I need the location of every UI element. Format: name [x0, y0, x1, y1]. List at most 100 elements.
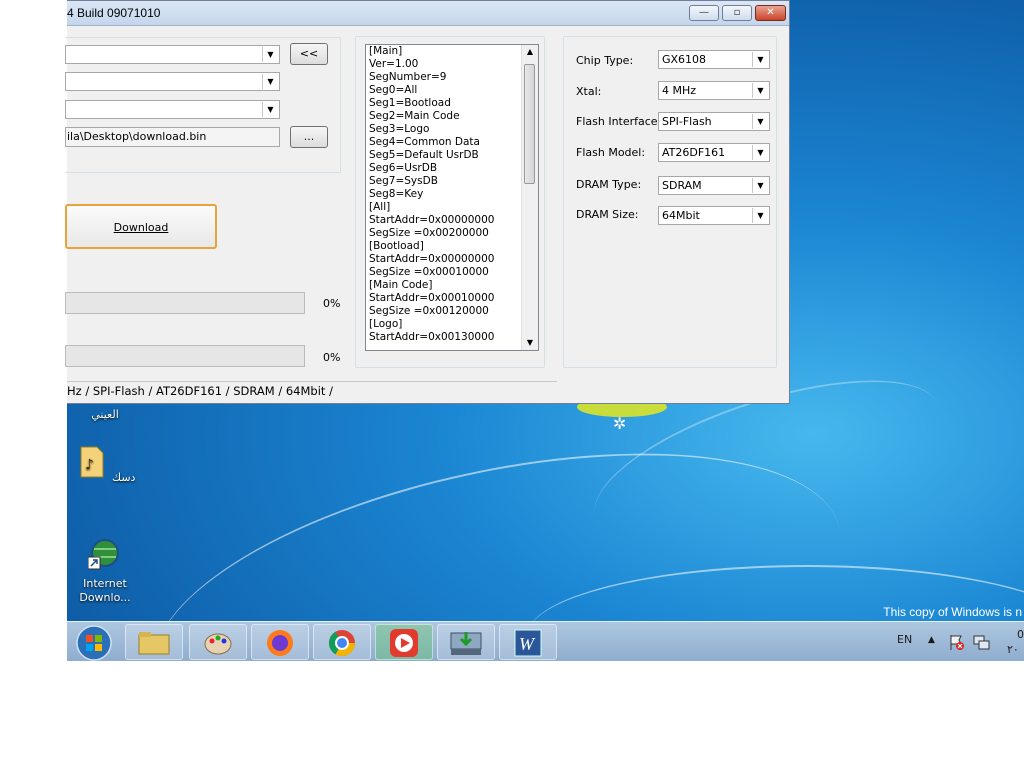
svg-text:W: W: [519, 634, 536, 654]
listbox-line: SegNumber=9: [369, 71, 447, 83]
listbox-lines: [Main] Ver=1.00 SegNumber=9 Seg0=All Seg1=Bo…: [366, 45, 538, 344]
browse-button[interactable]: ...: [290, 126, 328, 148]
xtal-value: 4 MHz: [662, 84, 697, 97]
listbox-line: SegSize =0x00120000: [369, 305, 489, 317]
scroll-down-icon[interactable]: ▼: [522, 336, 538, 350]
dropdown-3[interactable]: ▼: [65, 100, 280, 119]
show-hidden-icons-icon[interactable]: ▲: [928, 635, 935, 645]
dram-size-label: DRAM Size:: [576, 208, 639, 221]
chip-type-select[interactable]: GX6108 ▼: [658, 50, 770, 69]
listbox-line: StartAddr=0x00130000: [369, 331, 495, 343]
chrome-icon: [328, 630, 356, 657]
desktop-icon-label: Internet Downlo...: [79, 577, 131, 604]
segment-config-listbox[interactable]: [Main] Ver=1.00 SegNumber=9 Seg0=All Seg1=Bo…: [365, 44, 539, 351]
listbox-line: Seg4=Common Data: [369, 136, 480, 148]
taskbar-chrome-button[interactable]: [313, 624, 371, 660]
minimize-button[interactable]: —: [689, 5, 719, 21]
clock-date[interactable]: ٢٠: [1007, 643, 1019, 656]
paint-palette-icon: [204, 633, 232, 655]
restore-button[interactable]: ▫: [722, 5, 752, 21]
folder-icon: [138, 632, 170, 655]
back-button[interactable]: <<: [290, 43, 328, 65]
listbox-line: Seg7=SysDB: [369, 175, 438, 187]
flash-interface-label: Flash Interface:: [576, 115, 662, 128]
listbox-line: [Main Code]: [369, 279, 433, 291]
dram-size-value: 64Mbit: [662, 209, 700, 222]
progress-percent-2: 0%: [323, 351, 341, 364]
svg-text:✲: ✲: [613, 414, 626, 433]
download-tool-icon: [450, 632, 482, 655]
windows-start-orb-icon[interactable]: [75, 624, 113, 662]
dropdown-1[interactable]: ▼: [65, 45, 280, 64]
action-center-flag-icon[interactable]: [947, 633, 965, 651]
listbox-line: Seg3=Logo: [369, 123, 430, 135]
close-icon: ✕: [766, 7, 775, 18]
listbox-line: Seg5=Default UsrDB: [369, 149, 479, 161]
listbox-line: Seg6=UsrDB: [369, 162, 438, 174]
xtal-label: Xtal:: [576, 85, 602, 98]
dram-type-select[interactable]: SDRAM ▼: [658, 176, 770, 195]
scroll-up-icon[interactable]: ▲: [522, 45, 538, 59]
progress-bar-2: [65, 345, 305, 367]
close-button[interactable]: ✕: [755, 5, 786, 21]
audio-file-icon: ♪: [80, 446, 104, 478]
word-icon: W: [514, 629, 542, 657]
dram-type-label: DRAM Type:: [576, 178, 642, 191]
chevron-down-icon: ▼: [262, 47, 278, 62]
listbox-line: SegSize =0x00200000: [369, 227, 489, 239]
file-path-text: ila\Desktop\download.bin: [67, 130, 207, 143]
clock-time[interactable]: 0: [1017, 628, 1024, 641]
listbox-line: [Bootload]: [369, 240, 424, 252]
chevron-down-icon: ▼: [262, 74, 278, 89]
scroll-thumb[interactable]: [524, 64, 535, 184]
chevron-down-icon: ▼: [752, 52, 768, 67]
chevron-down-icon: ▼: [752, 208, 768, 223]
flash-model-select[interactable]: AT26DF161 ▼: [658, 143, 770, 162]
dram-size-select[interactable]: 64Mbit ▼: [658, 206, 770, 225]
title-bar[interactable]: 4 Build 09071010 — ▫ ✕: [67, 1, 789, 26]
flash-model-label: Flash Model:: [576, 146, 646, 159]
listbox-scrollbar[interactable]: ▲ ▼: [521, 45, 538, 350]
network-icon[interactable]: [972, 633, 990, 651]
download-button[interactable]: Download: [65, 204, 217, 249]
idm-globe-icon: [87, 539, 119, 570]
taskbar-firefox-button[interactable]: [251, 624, 309, 660]
chip-type-label: Chip Type:: [576, 54, 634, 67]
taskbar-word-button[interactable]: W: [499, 624, 557, 660]
file-path-field[interactable]: ila\Desktop\download.bin: [65, 127, 280, 147]
flash-interface-select[interactable]: SPI-Flash ▼: [658, 112, 770, 131]
flash-interface-value: SPI-Flash: [662, 115, 712, 128]
listbox-line: Seg2=Main Code: [369, 110, 460, 122]
listbox-line: StartAddr=0x00000000: [369, 214, 495, 226]
listbox-line: Seg0=All: [369, 84, 418, 96]
status-separator: [67, 381, 557, 382]
listbox-line: StartAddr=0x00000000: [369, 253, 495, 265]
taskbar-gom-player-button[interactable]: [375, 624, 433, 660]
taskbar: W EN ▲ 0 ٢٠: [67, 621, 1024, 661]
listbox-line: Seg8=Key: [369, 188, 424, 200]
chevron-down-icon: ▼: [752, 178, 768, 193]
chevron-down-icon: ▼: [752, 114, 768, 129]
taskbar-download-tool-button[interactable]: [437, 624, 495, 660]
chevron-down-icon: ▼: [752, 83, 768, 98]
desktop-icon-label: العيني: [91, 408, 119, 421]
listbox-line: Ver=1.00: [369, 58, 419, 70]
language-indicator[interactable]: EN: [897, 633, 912, 646]
taskbar-explorer-button[interactable]: [125, 624, 183, 660]
window-title: 4 Build 09071010: [67, 6, 161, 20]
listbox-line: [Main]: [369, 45, 403, 57]
progress-percent-1: 0%: [323, 297, 341, 310]
listbox-line: SegSize =0x00010000: [369, 266, 489, 278]
desktop-icon-label: دسك: [112, 471, 136, 484]
desktop-icon-internet-download-manager[interactable]: Internet Downlo...: [70, 537, 140, 605]
listbox-line: StartAddr=0x00010000: [369, 292, 495, 304]
chevron-down-icon: ▼: [752, 145, 768, 160]
desktop-icon-audio-file[interactable]: ♪ دسك: [70, 445, 140, 485]
listbox-line: Seg1=Bootload: [369, 97, 451, 109]
taskbar-paint-button[interactable]: [189, 624, 247, 660]
dropdown-2[interactable]: ▼: [65, 72, 280, 91]
flash-model-value: AT26DF161: [662, 146, 726, 159]
gom-player-icon: [390, 629, 418, 657]
xtal-select[interactable]: 4 MHz ▼: [658, 81, 770, 100]
dram-type-value: SDRAM: [662, 179, 702, 192]
